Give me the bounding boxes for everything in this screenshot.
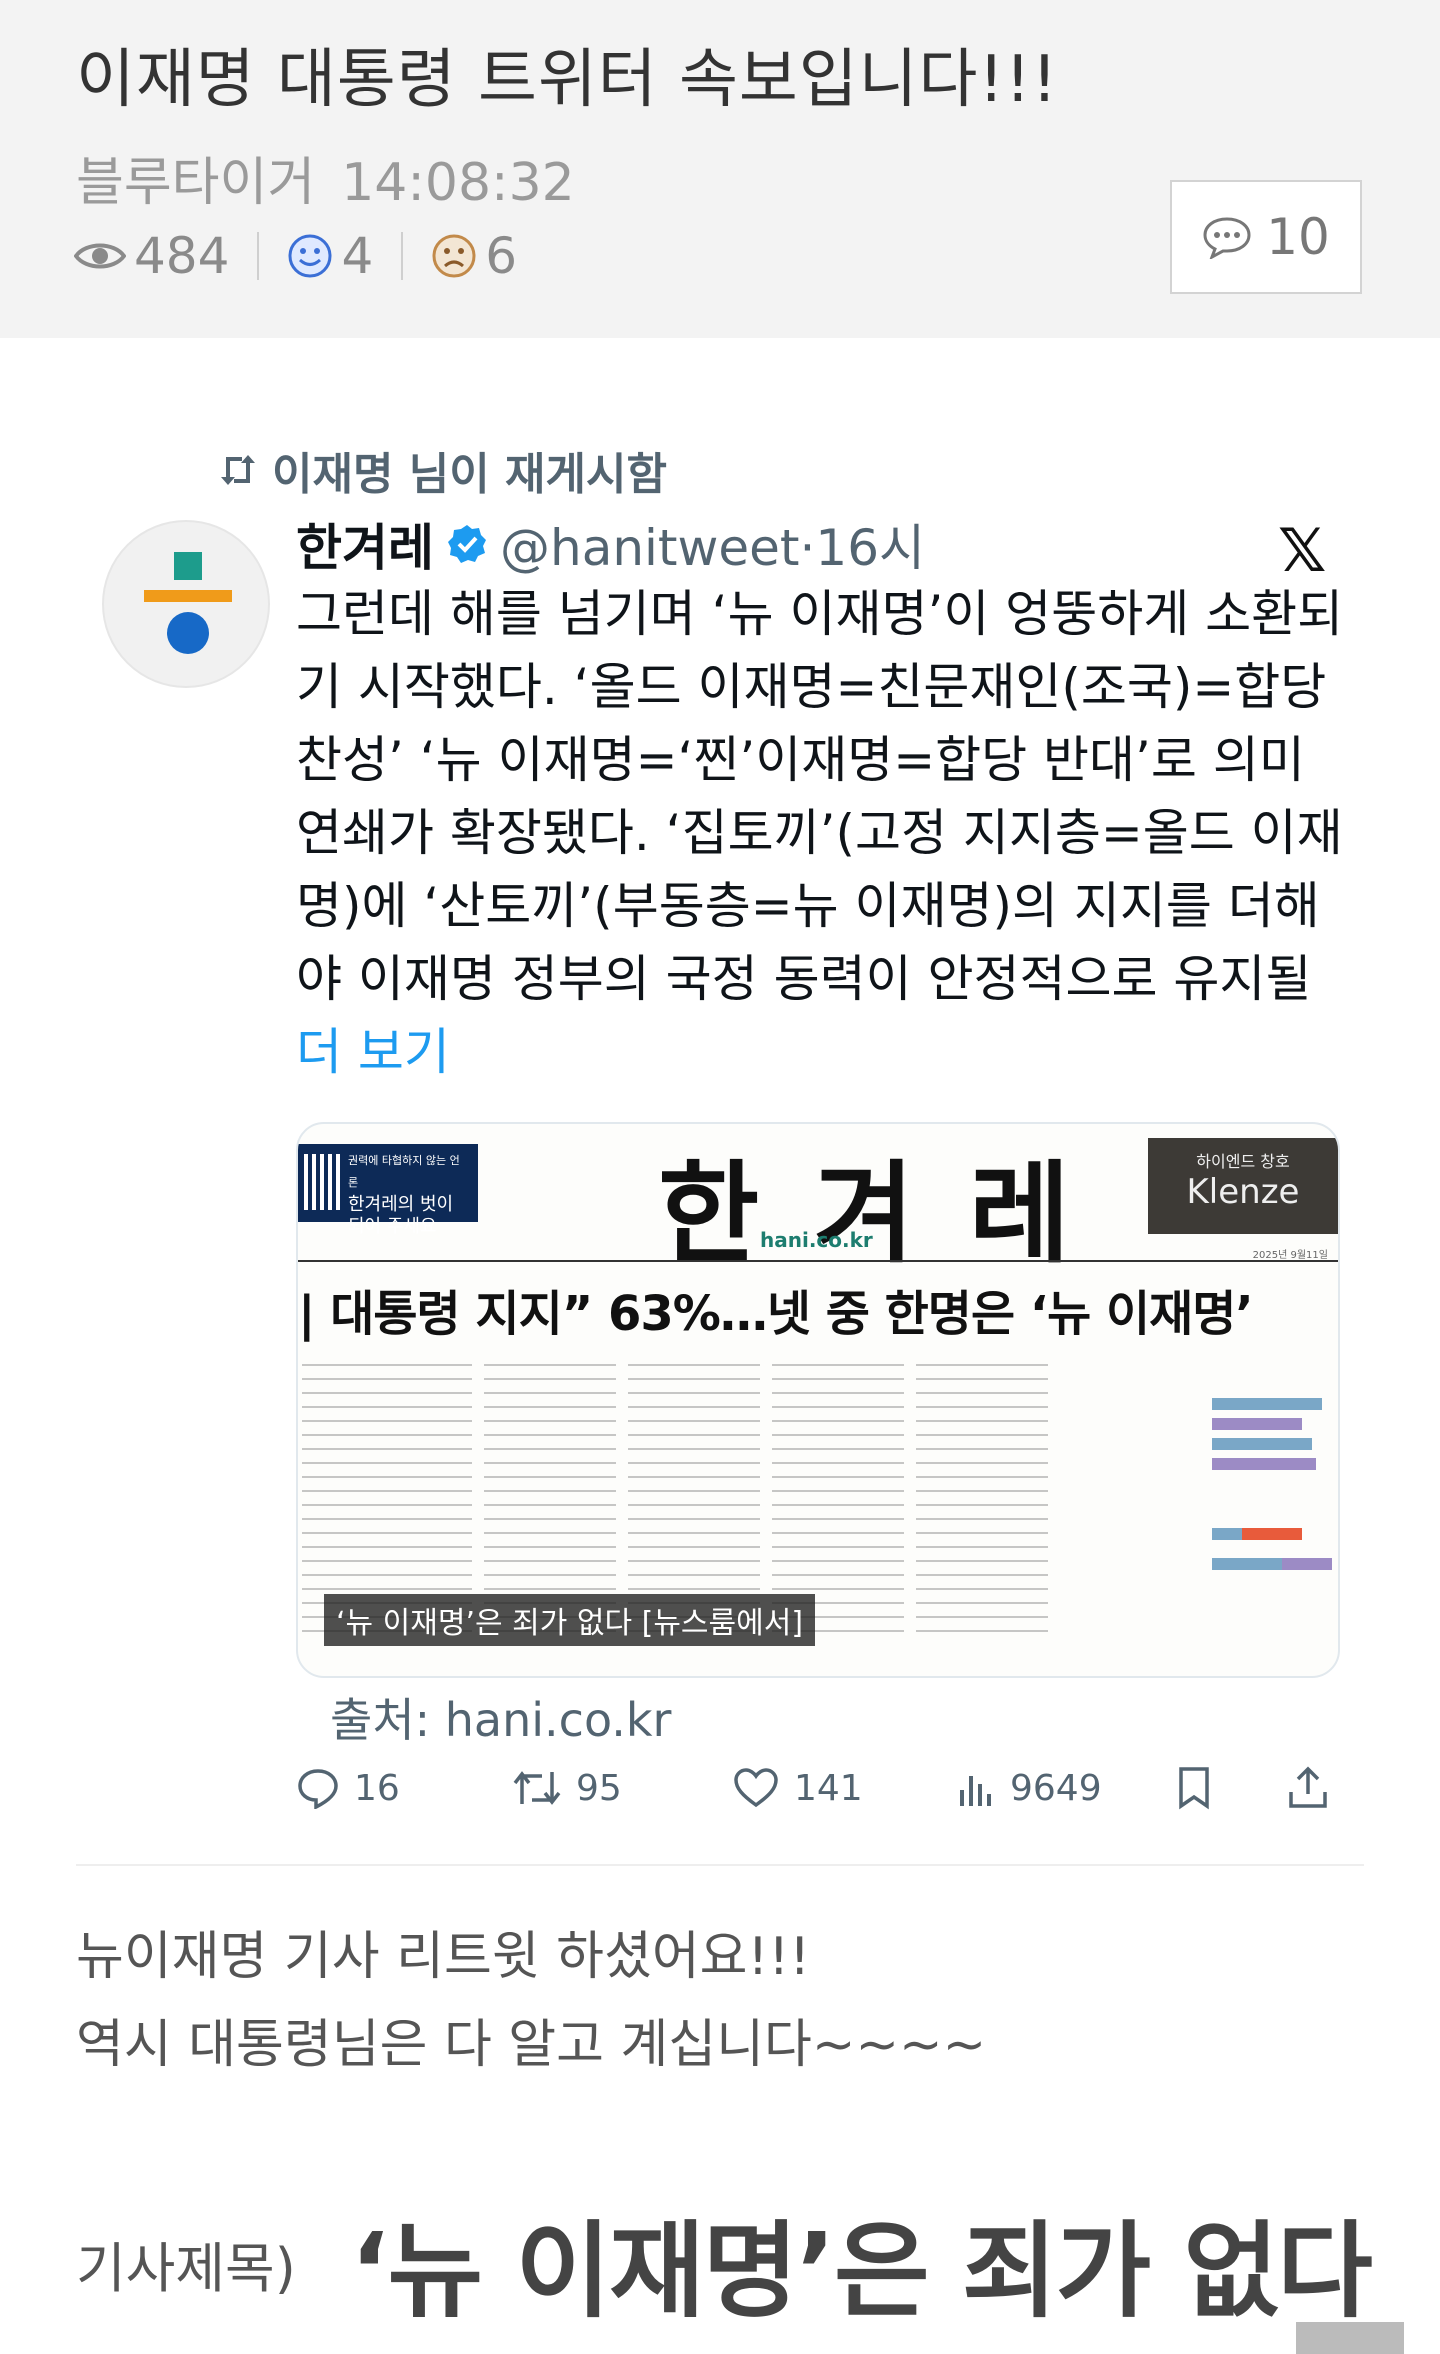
retweet-indicator: 이재명 님이 재게시함 (218, 438, 667, 502)
post-stats: 484 4 6 (74, 226, 517, 286)
ad2-brand: Klenze (1186, 1172, 1300, 1212)
tweet-author[interactable]: 한겨레 @hanitweet·16시 (296, 508, 925, 580)
reply-count: 16 (354, 1767, 400, 1809)
retweet-button[interactable]: 95 (512, 1758, 622, 1818)
share-button[interactable] (1286, 1758, 1344, 1818)
newspaper-ad-right: 하이엔드 창호 Klenze (1148, 1138, 1338, 1234)
reply-button[interactable]: 16 (296, 1758, 400, 1818)
card-source[interactable]: 출처: hani.co.kr (330, 1684, 671, 1750)
display-name[interactable]: 한겨레 (296, 508, 434, 580)
bookmark-icon (1176, 1766, 1212, 1810)
link-preview-card[interactable]: 권력에 타협하지 않는 언론 한겨레의 벗이 되어 주세요 한 겨 레 hani… (296, 1122, 1340, 1678)
newspaper-rule (298, 1260, 1338, 1262)
smile-icon[interactable] (287, 233, 333, 279)
comment-count: 10 (1266, 208, 1330, 266)
share-icon (1286, 1766, 1330, 1810)
body-text-line: 역시 대통령님은 다 알고 계십니다~~~~ (76, 2015, 987, 2075)
post-time: 14:08:32 (341, 153, 575, 213)
x-logo-icon[interactable]: 𝕏 (1278, 516, 1326, 586)
reply-icon (296, 1767, 340, 1809)
eye-icon (74, 239, 126, 273)
tweet-actions: 16 95 141 9649 (296, 1758, 1336, 1818)
retweet-count: 95 (576, 1767, 622, 1809)
qr-code-icon (304, 1154, 340, 1210)
newspaper-chart (1162, 1378, 1332, 1628)
bookmark-button[interactable] (1176, 1758, 1226, 1818)
newspaper-column (916, 1364, 1048, 1644)
handle-time: @hanitweet·16시 (500, 519, 926, 577)
avatar[interactable] (102, 520, 270, 688)
article-label: 기사제목) (76, 2237, 296, 2300)
dislike-count: 6 (485, 227, 518, 285)
retweet-text: 이재명 님이 재게시함 (272, 449, 667, 500)
like-button[interactable]: 141 (732, 1758, 863, 1818)
post-title: 이재명 대통령 트위터 속보입니다!!! (76, 43, 1059, 117)
newspaper-url: hani.co.kr (760, 1228, 873, 1252)
author-name[interactable]: 블루타이거 (76, 153, 315, 213)
retweet-icon (218, 453, 258, 487)
stats-divider (401, 232, 404, 280)
views-button[interactable]: 9649 (956, 1758, 1102, 1818)
verified-badge-icon (446, 523, 488, 565)
ad2-small-text: 하이엔드 창호 (1196, 1152, 1290, 1171)
scroll-top-button[interactable] (1296, 2322, 1404, 2354)
frown-icon[interactable] (431, 233, 477, 279)
article-title: ‘뉴 이재명’은 죄가 없다 (350, 2210, 1373, 2332)
analytics-icon (956, 1768, 996, 1808)
show-more-link[interactable]: 더 보기 (296, 1023, 450, 1081)
retweet-icon (512, 1768, 562, 1808)
like-count: 4 (341, 227, 374, 285)
like-count-tweet: 141 (794, 1767, 863, 1809)
view-count-tweet: 9649 (1010, 1767, 1102, 1809)
card-caption: ‘뉴 이재명’은 죄가 없다 [뉴스룸에서] (324, 1594, 816, 1646)
speech-bubble-icon (1202, 215, 1252, 259)
heart-icon (732, 1767, 780, 1809)
tweet-body: 그런데 해를 넘기며 ‘뉴 이재명’이 엉뚱하게 소환되기 시작했다. ‘올드 … (296, 585, 1344, 1008)
content-divider (76, 1864, 1364, 1866)
ad-text: 한겨레의 벗이 되어 주세요 (348, 1194, 454, 1237)
stats-divider (257, 232, 260, 280)
comment-button[interactable]: 10 (1170, 180, 1362, 294)
newspaper-headline: | 대통령 지지” 63%…넷 중 한명은 ‘뉴 이재명’ (298, 1286, 1254, 1342)
body-text-line: 뉴이재명 기사 리트윗 하셨어요!!! (76, 1927, 811, 1987)
newspaper-ad: 권력에 타협하지 않는 언론 한겨레의 벗이 되어 주세요 (298, 1144, 478, 1237)
tweet-text: 그런데 해를 넘기며 ‘뉴 이재명’이 엉뚱하게 소환되기 시작했다. ‘올드 … (296, 578, 1356, 1089)
post-meta: 블루타이거 14:08:32 (76, 140, 575, 215)
ad-small-text: 권력에 타협하지 않는 언론 (348, 1154, 460, 1189)
view-count: 484 (134, 227, 230, 285)
post-header: 이재명 대통령 트위터 속보입니다!!! 블루타이거 14:08:32 484 4… (0, 0, 1440, 338)
